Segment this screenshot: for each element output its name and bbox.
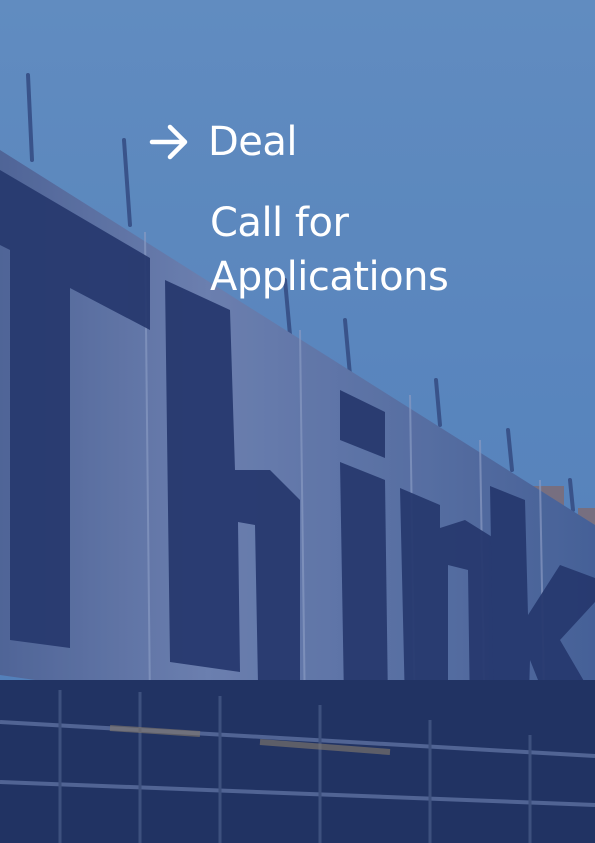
category-label: Deal bbox=[208, 119, 298, 165]
label-row: Deal bbox=[148, 118, 298, 166]
page-title: Call for Applications bbox=[210, 196, 580, 304]
background-photo bbox=[0, 0, 595, 843]
title-line-1: Call for bbox=[210, 200, 349, 246]
title-line-2: Applications bbox=[210, 254, 449, 300]
cover-page: Deal Call for Applications bbox=[0, 0, 595, 843]
arrow-right-icon bbox=[149, 124, 188, 160]
